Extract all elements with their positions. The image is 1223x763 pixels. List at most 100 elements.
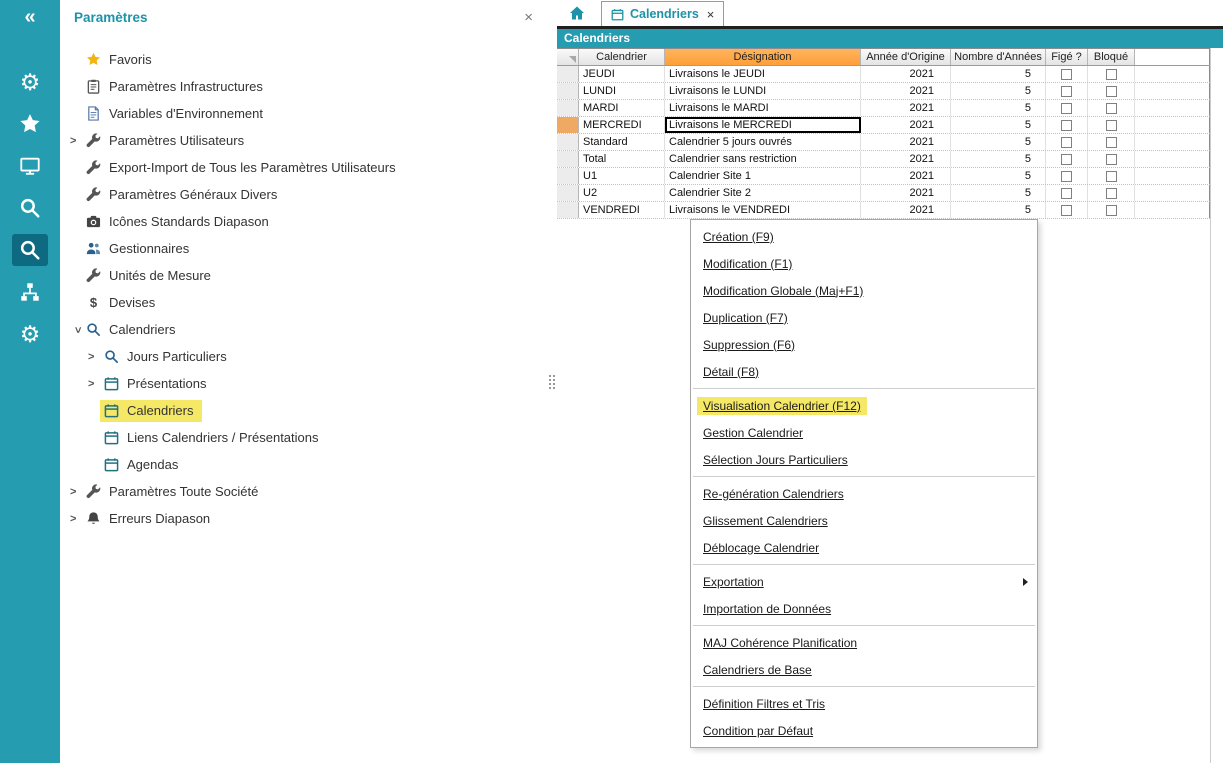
tree-item-parametres-utilisateurs[interactable]: > Paramètres Utilisateurs [60,127,547,154]
tree-item-parametres-toute-societe[interactable]: > Paramètres Toute Société [60,478,547,505]
menu-item-gestion-calendrier[interactable]: Gestion Calendrier [691,419,1037,446]
menu-item-duplication[interactable]: Duplication (F7) [691,304,1037,331]
table-row[interactable]: VENDREDI Livraisons le VENDREDI 2021 5 [557,202,1210,219]
tree-item-gestionnaires[interactable]: Gestionnaires [60,235,547,262]
menu-item-condition-par-defaut[interactable]: Condition par Défaut [691,717,1037,744]
cell-calendrier[interactable]: VENDREDI [579,202,665,218]
menu-item-maj-coherence-planification[interactable]: MAJ Cohérence Planification [691,629,1037,656]
cell-annee[interactable]: 2021 [861,83,951,99]
checkbox-fige[interactable] [1061,137,1072,148]
cell-calendrier[interactable]: U2 [579,185,665,201]
tree-item-parametres-generaux-divers[interactable]: Paramètres Généraux Divers [60,181,547,208]
select-all-corner[interactable] [557,49,579,65]
chevron-right-icon[interactable]: > [70,486,85,498]
column-header-nombre-annees[interactable]: Nombre d'Années [951,49,1046,65]
table-row-selected[interactable]: MERCREDI Livraisons le MERCREDI 2021 5 [557,117,1210,134]
cell-nombre[interactable]: 5 [951,185,1046,201]
cell-bloque[interactable] [1088,134,1135,150]
tab-calendriers[interactable]: Calendriers × [601,1,724,26]
cell-nombre[interactable]: 5 [951,168,1046,184]
cell-bloque[interactable] [1088,168,1135,184]
cell-calendrier[interactable]: MERCREDI [579,117,665,133]
table-row[interactable]: U2 Calendrier Site 2 2021 5 [557,185,1210,202]
checkbox-fige[interactable] [1061,188,1072,199]
column-header-annee-origine[interactable]: Année d'Origine [861,49,951,65]
monitor-icon[interactable] [12,150,48,182]
cell-bloque[interactable] [1088,83,1135,99]
cell-fige[interactable] [1046,168,1088,184]
checkbox-fige[interactable] [1061,120,1072,131]
row-selector[interactable] [557,202,579,218]
cell-nombre[interactable]: 5 [951,202,1046,218]
cell-annee[interactable]: 2021 [861,168,951,184]
checkbox-bloque[interactable] [1106,103,1117,114]
menu-item-creation[interactable]: Création (F9) [691,223,1037,250]
checkbox-bloque[interactable] [1106,137,1117,148]
table-row[interactable]: MARDI Livraisons le MARDI 2021 5 [557,100,1210,117]
cell-annee[interactable]: 2021 [861,117,951,133]
close-panel-icon[interactable]: × [524,9,533,26]
column-header-calendrier[interactable]: Calendrier [579,49,665,65]
chevron-right-icon[interactable]: > [88,351,103,363]
cell-calendrier[interactable]: LUNDI [579,83,665,99]
cell-nombre[interactable]: 5 [951,83,1046,99]
table-row[interactable]: Total Calendrier sans restriction 2021 5 [557,151,1210,168]
cell-designation[interactable]: Livraisons le VENDREDI [665,202,861,218]
cell-bloque[interactable] [1088,185,1135,201]
row-selector[interactable] [557,185,579,201]
column-header-fige[interactable]: Figé ? [1046,49,1088,65]
cell-nombre[interactable]: 5 [951,66,1046,82]
menu-item-modification-globale[interactable]: Modification Globale (Maj+F1) [691,277,1037,304]
panel-splitter[interactable] [547,0,557,763]
cell-annee[interactable]: 2021 [861,100,951,116]
column-header-designation[interactable]: Désignation [665,49,861,65]
menu-item-importation-de-donnees[interactable]: Importation de Données [691,595,1037,622]
cell-designation[interactable]: Calendrier 5 jours ouvrés [665,134,861,150]
cell-designation[interactable]: Calendrier Site 2 [665,185,861,201]
column-header-bloque[interactable]: Bloqué [1088,49,1135,65]
cell-fige[interactable] [1046,202,1088,218]
cell-calendrier[interactable]: JEUDI [579,66,665,82]
cell-fige[interactable] [1046,151,1088,167]
checkbox-bloque[interactable] [1106,120,1117,131]
tree-item-variables-environnement[interactable]: Variables d'Environnement [60,100,547,127]
cell-nombre[interactable]: 5 [951,134,1046,150]
row-selector[interactable] [557,66,579,82]
checkbox-fige[interactable] [1061,69,1072,80]
tree-item-export-import[interactable]: Export-Import de Tous les Paramètres Uti… [60,154,547,181]
cell-bloque[interactable] [1088,202,1135,218]
home-icon[interactable] [569,5,585,21]
tree-item-erreurs-diapason[interactable]: > Erreurs Diapason [60,505,547,532]
cell-calendrier[interactable]: Standard [579,134,665,150]
close-tab-icon[interactable]: × [707,7,715,22]
cell-annee[interactable]: 2021 [861,151,951,167]
menu-item-modification[interactable]: Modification (F1) [691,250,1037,277]
menu-item-suppression[interactable]: Suppression (F6) [691,331,1037,358]
cell-calendrier[interactable]: Total [579,151,665,167]
row-selector[interactable] [557,100,579,116]
chevron-right-icon[interactable]: > [88,378,103,390]
cell-designation[interactable]: Calendrier sans restriction [665,151,861,167]
gear-icon[interactable]: ⚙ [12,66,48,98]
menu-item-selection-jours-particuliers[interactable]: Sélection Jours Particuliers [691,446,1037,473]
table-row[interactable]: Standard Calendrier 5 jours ouvrés 2021 … [557,134,1210,151]
tree-item-devises[interactable]: $ Devises [60,289,547,316]
cell-calendrier[interactable]: MARDI [579,100,665,116]
menu-item-calendriers-de-base[interactable]: Calendriers de Base [691,656,1037,683]
cell-calendrier[interactable]: U1 [579,168,665,184]
menu-item-regeneration-calendriers[interactable]: Re-génération Calendriers [691,480,1037,507]
cell-bloque[interactable] [1088,100,1135,116]
vertical-scrollbar[interactable] [1210,48,1223,763]
table-row[interactable]: U1 Calendrier Site 1 2021 5 [557,168,1210,185]
row-selector-current[interactable] [557,117,579,133]
table-row[interactable]: LUNDI Livraisons le LUNDI 2021 5 [557,83,1210,100]
cell-fige[interactable] [1046,83,1088,99]
menu-item-definition-filtres-et-tris[interactable]: Définition Filtres et Tris [691,690,1037,717]
cell-designation[interactable]: Calendrier Site 1 [665,168,861,184]
cell-annee[interactable]: 2021 [861,66,951,82]
tree-item-presentations[interactable]: > Présentations [60,370,547,397]
row-selector[interactable] [557,151,579,167]
tree-item-icones-standards-diapason[interactable]: Icônes Standards Diapason [60,208,547,235]
menu-item-glissement-calendriers[interactable]: Glissement Calendriers [691,507,1037,534]
cell-bloque[interactable] [1088,66,1135,82]
